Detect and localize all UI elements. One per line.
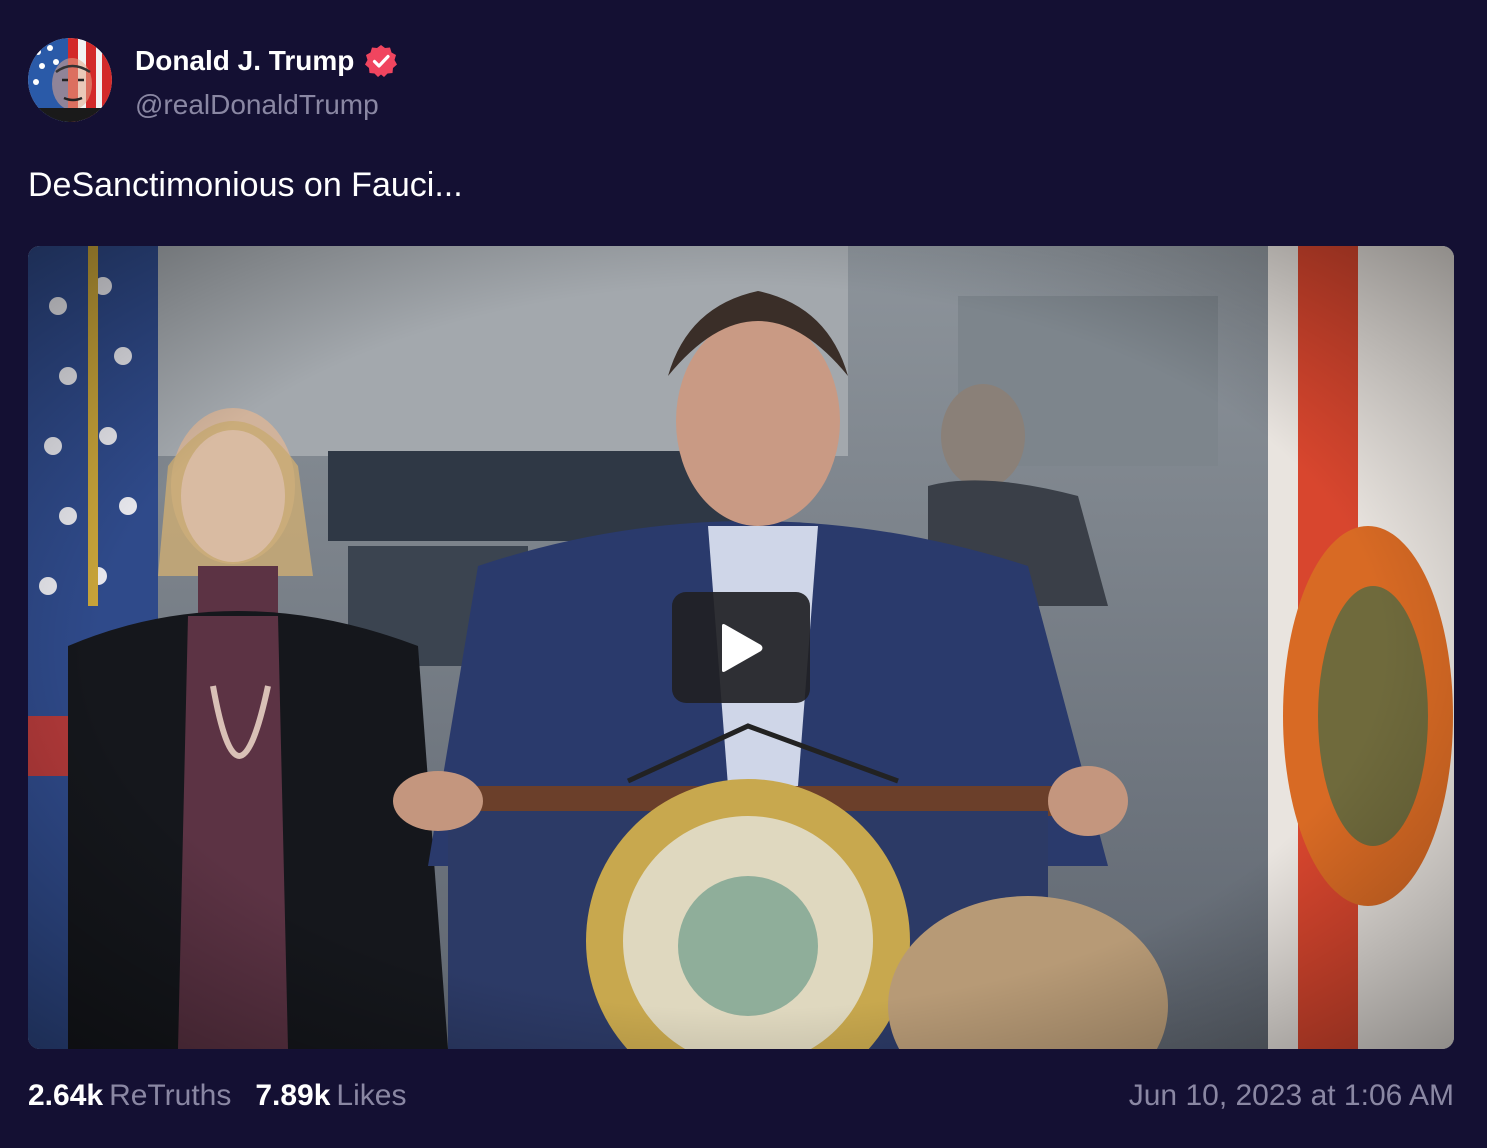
post-stats: 2.64k ReTruths 7.89k Likes (28, 1076, 406, 1116)
video-player[interactable] (28, 246, 1454, 1049)
verified-badge-icon (364, 44, 398, 78)
author-name[interactable]: Donald J. Trump (135, 44, 354, 78)
play-icon (722, 623, 763, 672)
likes-count: 7.89k (255, 1079, 331, 1112)
likes-label: Likes (336, 1079, 407, 1112)
play-button[interactable] (672, 592, 810, 703)
retruths-label: ReTruths (109, 1079, 232, 1112)
retruths-count: 2.64k (28, 1079, 104, 1112)
author-avatar[interactable] (28, 38, 112, 122)
author-name-row[interactable]: Donald J. Trump (135, 44, 398, 78)
post-text: DeSanctimonious on Fauci... (28, 166, 463, 204)
post-timestamp[interactable]: Jun 10, 2023 at 1:06 AM (1129, 1076, 1454, 1116)
author-handle[interactable]: @realDonaldTrump (135, 88, 379, 122)
likes-stat[interactable]: 7.89k Likes (255, 1076, 406, 1116)
retruths-stat[interactable]: 2.64k ReTruths (28, 1076, 231, 1116)
truth-post: Donald J. Trump @realDonaldTrump DeSanct… (0, 0, 1487, 1148)
